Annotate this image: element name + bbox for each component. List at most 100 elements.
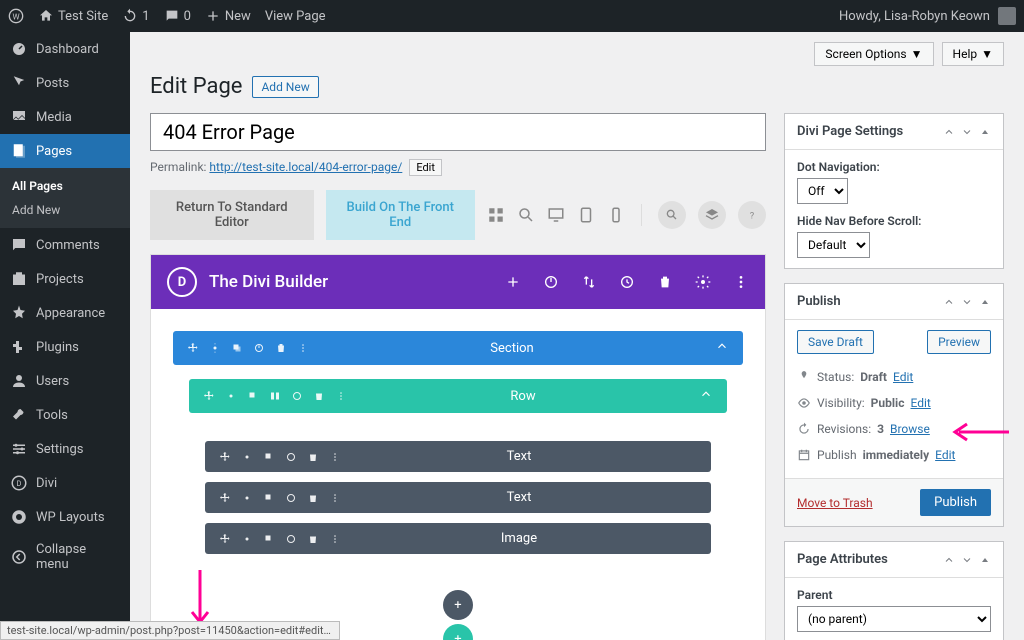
add-row-button[interactable]: + (443, 624, 473, 640)
dot-nav-select[interactable]: Off (797, 178, 848, 204)
move-icon[interactable] (219, 533, 231, 545)
triangle-up-icon[interactable] (979, 126, 991, 138)
duplicate-icon[interactable] (263, 533, 275, 545)
new-link[interactable]: New (205, 8, 251, 24)
columns-icon[interactable] (269, 390, 281, 402)
duplicate-icon[interactable] (263, 451, 275, 463)
duplicate-icon[interactable] (231, 342, 243, 354)
post-title-input[interactable] (150, 113, 766, 151)
sidebar-item-settings[interactable]: Settings (0, 432, 130, 466)
menu-icon[interactable] (329, 533, 341, 545)
layers-icon[interactable] (698, 201, 726, 229)
view-page-link[interactable]: View Page (265, 9, 326, 24)
return-standard-editor-button[interactable]: Return To Standard Editor (150, 190, 314, 240)
module-bar[interactable]: Text (205, 482, 711, 513)
wireframe-icon[interactable] (487, 206, 505, 224)
gear-icon[interactable] (241, 533, 253, 545)
chevron-down-icon[interactable] (961, 126, 973, 138)
move-icon[interactable] (203, 390, 215, 402)
save-icon[interactable] (291, 390, 303, 402)
move-to-trash-link[interactable]: Move to Trash (797, 496, 873, 510)
sidebar-item-wp-layouts[interactable]: WP Layouts (0, 500, 130, 534)
publish-edit-link[interactable]: Edit (935, 448, 955, 462)
gear-icon[interactable] (209, 342, 221, 354)
add-icon[interactable] (505, 274, 521, 290)
desktop-icon[interactable] (547, 206, 565, 224)
sidebar-item-tools[interactable]: Tools (0, 398, 130, 432)
chevron-up-icon[interactable] (943, 554, 955, 566)
move-icon[interactable] (219, 451, 231, 463)
sidebar-sub-all-pages[interactable]: All Pages (0, 174, 130, 198)
move-icon[interactable] (187, 342, 199, 354)
permalink-link[interactable]: http://test-site.local/404-error-page/ (209, 160, 402, 174)
duplicate-icon[interactable] (263, 492, 275, 504)
build-front-end-button[interactable]: Build On The Front End (326, 190, 476, 240)
triangle-up-icon[interactable] (979, 296, 991, 308)
power-icon[interactable] (543, 274, 559, 290)
menu-icon[interactable] (297, 342, 309, 354)
preview-button[interactable]: Preview (927, 330, 991, 354)
sidebar-item-plugins[interactable]: Plugins (0, 330, 130, 364)
sidebar-item-dashboard[interactable]: Dashboard (0, 32, 130, 66)
save-icon[interactable] (253, 342, 265, 354)
sidebar-item-appearance[interactable]: Appearance (0, 296, 130, 330)
save-draft-button[interactable]: Save Draft (797, 330, 874, 354)
move-icon[interactable] (219, 492, 231, 504)
import-export-icon[interactable] (581, 274, 597, 290)
sidebar-item-divi[interactable]: DDivi (0, 466, 130, 500)
gear-icon[interactable] (241, 451, 253, 463)
revisions-browse-link[interactable]: Browse (890, 422, 930, 436)
more-icon[interactable] (733, 274, 749, 290)
menu-icon[interactable] (335, 390, 347, 402)
history-icon[interactable] (619, 274, 635, 290)
gear-icon[interactable] (241, 492, 253, 504)
status-edit-link[interactable]: Edit (893, 370, 913, 384)
triangle-up-icon[interactable] (979, 554, 991, 566)
delete-icon[interactable] (307, 533, 319, 545)
gear-icon[interactable] (225, 390, 237, 402)
delete-icon[interactable] (307, 492, 319, 504)
chevron-down-icon[interactable] (961, 296, 973, 308)
chevron-down-icon[interactable] (961, 554, 973, 566)
delete-icon[interactable] (313, 390, 325, 402)
screen-options-button[interactable]: Screen Options ▼ (814, 42, 933, 66)
menu-icon[interactable] (329, 451, 341, 463)
module-bar[interactable]: Text (205, 441, 711, 472)
site-link[interactable]: Test Site (38, 8, 108, 24)
publish-button[interactable]: Publish (920, 489, 991, 516)
tablet-icon[interactable] (577, 206, 595, 224)
section-bar[interactable]: Section (173, 331, 743, 365)
chevron-up-icon[interactable] (943, 126, 955, 138)
duplicate-icon[interactable] (247, 390, 259, 402)
settings-icon[interactable] (695, 274, 711, 290)
clear-icon[interactable] (657, 274, 673, 290)
chevron-up-icon[interactable] (943, 296, 955, 308)
mobile-icon[interactable] (607, 206, 625, 224)
help-button[interactable]: Help ▼ (942, 42, 1004, 66)
delete-icon[interactable] (307, 451, 319, 463)
parent-select[interactable]: (no parent) (797, 606, 991, 632)
row-bar[interactable]: Row (189, 379, 727, 413)
save-icon[interactable] (285, 533, 297, 545)
comments-link[interactable]: 0 (164, 8, 191, 24)
save-icon[interactable] (285, 492, 297, 504)
sidebar-item-projects[interactable]: Projects (0, 262, 130, 296)
add-module-button[interactable]: + (443, 590, 473, 620)
howdy-link[interactable]: Howdy, Lisa-Robyn Keown (839, 9, 990, 24)
save-icon[interactable] (285, 451, 297, 463)
sidebar-item-users[interactable]: Users (0, 364, 130, 398)
sidebar-item-pages[interactable]: Pages (0, 134, 130, 168)
menu-icon[interactable] (329, 492, 341, 504)
collapse-icon[interactable] (699, 387, 713, 401)
avatar[interactable] (998, 7, 1016, 25)
search-icon[interactable] (658, 201, 686, 229)
collapse-icon[interactable] (715, 339, 729, 353)
sidebar-item-collapse[interactable]: Collapse menu (0, 534, 130, 580)
sidebar-sub-add-new[interactable]: Add New (0, 198, 130, 222)
help-icon[interactable]: ? (738, 201, 766, 229)
updates-link[interactable]: 1 (122, 8, 149, 24)
hide-nav-select[interactable]: Default (797, 232, 870, 258)
zoom-icon[interactable] (517, 206, 535, 224)
sidebar-item-media[interactable]: Media (0, 100, 130, 134)
visibility-edit-link[interactable]: Edit (910, 396, 930, 410)
